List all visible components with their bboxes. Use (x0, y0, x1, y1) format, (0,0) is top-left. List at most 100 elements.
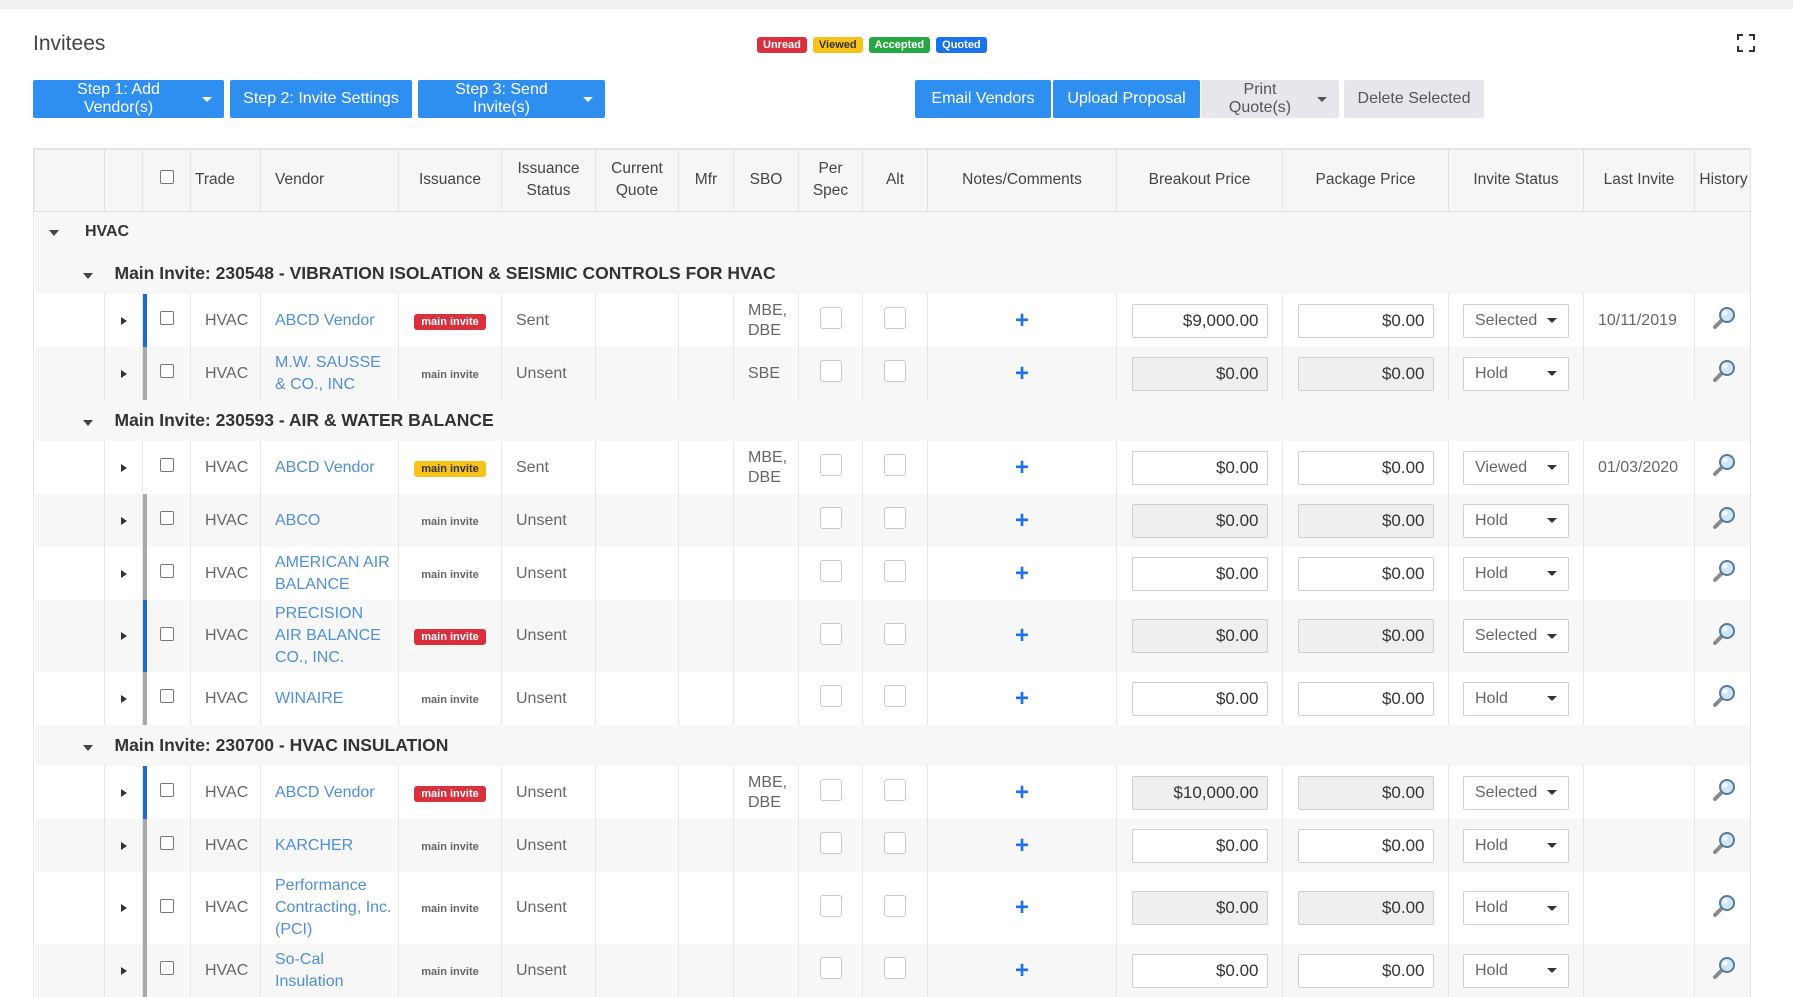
per-spec-checkbox[interactable] (819, 454, 842, 476)
add-note-icon[interactable]: + (1015, 560, 1029, 587)
step1-add-vendors-button[interactable]: Step 1: Add Vendor(s) (33, 80, 224, 118)
package-price-input[interactable] (1297, 828, 1434, 863)
add-note-icon[interactable]: + (1015, 360, 1029, 387)
alt-checkbox[interactable] (884, 454, 906, 476)
header-invite-status[interactable]: Invite Status (1448, 148, 1584, 212)
invite-status-select[interactable]: Viewed (1463, 450, 1569, 485)
invite-group-row[interactable]: Main Invite: 230700 - HVAC INSULATION (34, 725, 1750, 766)
package-price-cell[interactable] (1282, 441, 1449, 494)
vendor-link[interactable]: ABCD Vendor (260, 441, 399, 494)
vendor-link[interactable]: So-Cal Insulation (260, 944, 399, 997)
history-cell[interactable] (1694, 944, 1750, 997)
breakout-price-cell[interactable] (1116, 347, 1283, 400)
add-note-icon[interactable]: + (1015, 779, 1029, 806)
invite-status-select[interactable]: Hold (1463, 681, 1569, 716)
table-row[interactable]: HVACWINAIRE main invite Unsent + Hold (34, 672, 1750, 725)
alt-checkbox[interactable] (884, 894, 906, 917)
row-expand[interactable] (104, 944, 143, 997)
header-current-quote[interactable]: Current Quote (595, 148, 679, 212)
header-sbo[interactable]: SBO (733, 148, 799, 212)
expand-row-icon[interactable] (120, 569, 127, 578)
row-select[interactable] (142, 672, 191, 725)
breakout-price-cell[interactable] (1116, 766, 1283, 819)
history-search-icon[interactable] (1711, 777, 1737, 803)
per-spec-checkbox[interactable] (819, 832, 842, 854)
package-price-input[interactable] (1297, 775, 1434, 810)
row-checkbox[interactable] (159, 898, 174, 913)
package-price-cell[interactable] (1282, 294, 1449, 347)
per-spec-cell[interactable] (798, 294, 863, 347)
notes-cell[interactable]: + (927, 872, 1117, 944)
history-search-icon[interactable] (1711, 621, 1737, 647)
breakout-price-input[interactable] (1131, 303, 1268, 338)
row-expand[interactable] (104, 347, 143, 400)
package-price-cell[interactable] (1282, 547, 1449, 600)
package-price-input[interactable] (1297, 450, 1434, 485)
invite-status-cell[interactable]: Selected (1448, 600, 1584, 672)
invite-status-select[interactable]: Hold (1463, 556, 1569, 591)
alt-cell[interactable] (862, 547, 928, 600)
alt-cell[interactable] (862, 494, 928, 547)
breakout-price-input[interactable] (1131, 450, 1268, 485)
invite-status-cell[interactable]: Viewed (1448, 441, 1584, 494)
vendor-link[interactable]: AMERICAN AIR BALANCE (260, 547, 399, 600)
select-all-checkbox[interactable] (159, 170, 174, 185)
table-row[interactable]: HVACABCD Vendor main invite Sent MBE, DBE + V… (34, 441, 1750, 494)
expand-row-icon[interactable] (120, 788, 127, 797)
row-select[interactable] (142, 766, 191, 819)
per-spec-cell[interactable] (798, 494, 863, 547)
per-spec-checkbox[interactable] (819, 560, 842, 582)
invite-status-select[interactable]: Hold (1463, 953, 1569, 988)
expand-row-icon[interactable] (120, 694, 127, 703)
add-note-icon[interactable]: + (1015, 832, 1029, 859)
alt-checkbox[interactable] (884, 685, 906, 707)
alt-checkbox[interactable] (884, 507, 906, 529)
package-price-cell[interactable] (1282, 672, 1449, 725)
invite-status-cell[interactable]: Hold (1448, 872, 1584, 944)
alt-checkbox[interactable] (884, 360, 906, 382)
vendor-link[interactable]: ABCO (260, 494, 399, 547)
header-notes[interactable]: Notes/Comments (927, 148, 1117, 212)
header-history[interactable]: History (1694, 148, 1750, 212)
package-price-cell[interactable] (1282, 766, 1449, 819)
collapse-toggle-icon[interactable] (82, 273, 93, 279)
breakout-price-cell[interactable] (1116, 819, 1283, 872)
history-cell[interactable] (1694, 819, 1750, 872)
alt-cell[interactable] (862, 347, 928, 400)
trade-group-row[interactable]: HVAC (34, 211, 1750, 253)
row-select[interactable] (142, 944, 191, 997)
invite-status-select[interactable]: Hold (1463, 828, 1569, 863)
invite-status-select[interactable]: Hold (1463, 503, 1569, 538)
breakout-price-input[interactable] (1131, 775, 1268, 810)
row-checkbox[interactable] (159, 311, 174, 325)
package-price-cell[interactable] (1282, 347, 1449, 400)
per-spec-cell[interactable] (798, 766, 863, 819)
breakout-price-input[interactable] (1131, 828, 1268, 863)
expand-row-icon[interactable] (120, 369, 127, 378)
package-price-input[interactable] (1297, 681, 1434, 716)
history-search-icon[interactable] (1711, 305, 1737, 331)
per-spec-cell[interactable] (798, 547, 863, 600)
delete-selected-button[interactable]: Delete Selected (1344, 80, 1484, 118)
alt-cell[interactable] (862, 672, 928, 725)
header-trade[interactable]: Trade (190, 148, 261, 212)
table-row[interactable]: HVACABCD Vendor main invite Sent MBE, DBE + S… (34, 294, 1750, 347)
row-expand[interactable] (104, 766, 143, 819)
package-price-cell[interactable] (1282, 944, 1449, 997)
header-mfr[interactable]: Mfr (678, 148, 734, 212)
row-select[interactable] (142, 294, 191, 347)
notes-cell[interactable]: + (927, 441, 1117, 494)
per-spec-checkbox[interactable] (819, 307, 842, 329)
vendor-link[interactable]: Performance Contracting, Inc. (PCI) (260, 872, 399, 944)
row-expand[interactable] (104, 547, 143, 600)
package-price-cell[interactable] (1282, 600, 1449, 672)
package-price-input[interactable] (1297, 953, 1434, 988)
invite-status-cell[interactable]: Selected (1448, 294, 1584, 347)
vendor-link[interactable]: ABCD Vendor (260, 294, 399, 347)
row-select[interactable] (142, 600, 191, 672)
package-price-input[interactable] (1297, 356, 1434, 391)
header-vendor[interactable]: Vendor (260, 148, 399, 212)
step2-invite-settings-button[interactable]: Step 2: Invite Settings (230, 80, 412, 118)
add-note-icon[interactable]: + (1015, 454, 1029, 481)
header-alt[interactable]: Alt (862, 148, 928, 212)
